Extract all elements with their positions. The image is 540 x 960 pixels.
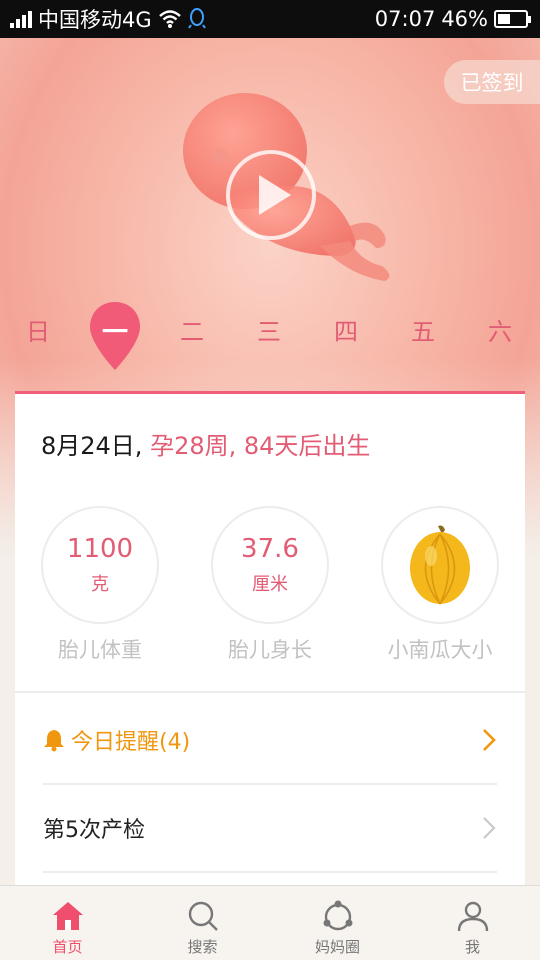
bottom-nav: 首页 搜索 妈妈圈 我 (0, 885, 540, 960)
battery-percent: 46% (441, 7, 488, 31)
nav-search[interactable]: 搜索 (135, 886, 270, 960)
day-fri[interactable]: 五 (398, 312, 448, 347)
nav-circle-label: 妈妈圈 (314, 938, 360, 956)
reminder-text: 今日提醒(4) (71, 730, 191, 755)
day-sat[interactable]: 六 (475, 312, 525, 347)
clock-text: 07:07 (374, 7, 436, 31)
home-icon (52, 902, 83, 930)
prenatal-exam-row[interactable]: 第5次产检 (43, 785, 497, 871)
length-value: 37.6 (241, 534, 299, 564)
signal-icon (10, 10, 32, 28)
pumpkin-icon (410, 525, 470, 605)
circle-community-icon (323, 900, 352, 931)
weight-value: 1100 (66, 534, 134, 564)
stat-weight[interactable]: 1100 克 胎儿体重 (41, 506, 159, 664)
day-sun[interactable]: 日 (13, 312, 63, 347)
day-wed[interactable]: 三 (244, 312, 294, 347)
pregnancy-card: 8月24日, 孕28周, 84天后出生 1100 克 胎儿体重 37.6 厘米 … (15, 391, 525, 911)
stat-size[interactable]: 小南瓜大小 (381, 506, 499, 664)
weight-circle: 1100 克 (41, 506, 159, 624)
play-video-button[interactable] (226, 150, 316, 240)
nav-mom-circle[interactable]: 妈妈圈 (270, 886, 405, 960)
fetus-stats: 1100 克 胎儿体重 37.6 厘米 胎儿身长 小南瓜大小 (15, 506, 525, 666)
size-circle (381, 506, 499, 624)
weight-label: 胎儿体重 (58, 638, 142, 662)
size-label: 小南瓜大小 (387, 638, 493, 662)
status-right: 07:07 46% (374, 7, 531, 31)
length-circle: 37.6 厘米 (211, 506, 329, 624)
status-left: 中国移动4G (10, 4, 206, 34)
exam-text: 第5次产检 (43, 818, 145, 843)
divider (43, 871, 497, 873)
day-mon-selected[interactable]: 一 (88, 300, 142, 374)
checkin-button[interactable]: 已签到 (444, 60, 540, 104)
qq-icon (187, 8, 206, 29)
nav-search-label: 搜索 (187, 938, 218, 956)
week-day-selector: 日 一 二 三 四 五 六 (0, 300, 540, 370)
wifi-icon (158, 10, 181, 28)
nav-home-label: 首页 (52, 938, 83, 956)
pregnancy-info: 孕28周, 84天后出生 (150, 432, 371, 460)
day-mon-label: 一 (101, 318, 128, 348)
weight-unit: 克 (91, 574, 109, 595)
nav-me[interactable]: 我 (405, 886, 540, 960)
bell-icon (44, 730, 64, 752)
nav-home[interactable]: 首页 (0, 886, 135, 960)
user-icon (457, 901, 488, 932)
length-unit: 厘米 (252, 574, 288, 595)
carrier-text: 中国移动4G (38, 8, 152, 32)
stat-length[interactable]: 37.6 厘米 胎儿身长 (211, 506, 329, 664)
today-reminder-row[interactable]: 今日提醒(4) (43, 697, 497, 783)
current-date: 8月24日, (41, 432, 143, 460)
chevron-right-icon (483, 729, 496, 751)
length-label: 胎儿身长 (228, 638, 312, 662)
battery-icon (494, 10, 531, 28)
divider (15, 691, 525, 693)
reminder-label-group: 今日提醒(4) (43, 724, 190, 756)
search-icon (188, 901, 218, 931)
status-bar: 中国移动4G 07:07 46% (0, 0, 540, 38)
nav-me-label: 我 (464, 938, 480, 956)
play-icon (259, 175, 291, 215)
day-tue[interactable]: 二 (167, 312, 217, 347)
day-thu[interactable]: 四 (321, 312, 371, 347)
chevron-right-icon (483, 817, 496, 839)
date-line: 8月24日, 孕28周, 84天后出生 (41, 426, 370, 461)
